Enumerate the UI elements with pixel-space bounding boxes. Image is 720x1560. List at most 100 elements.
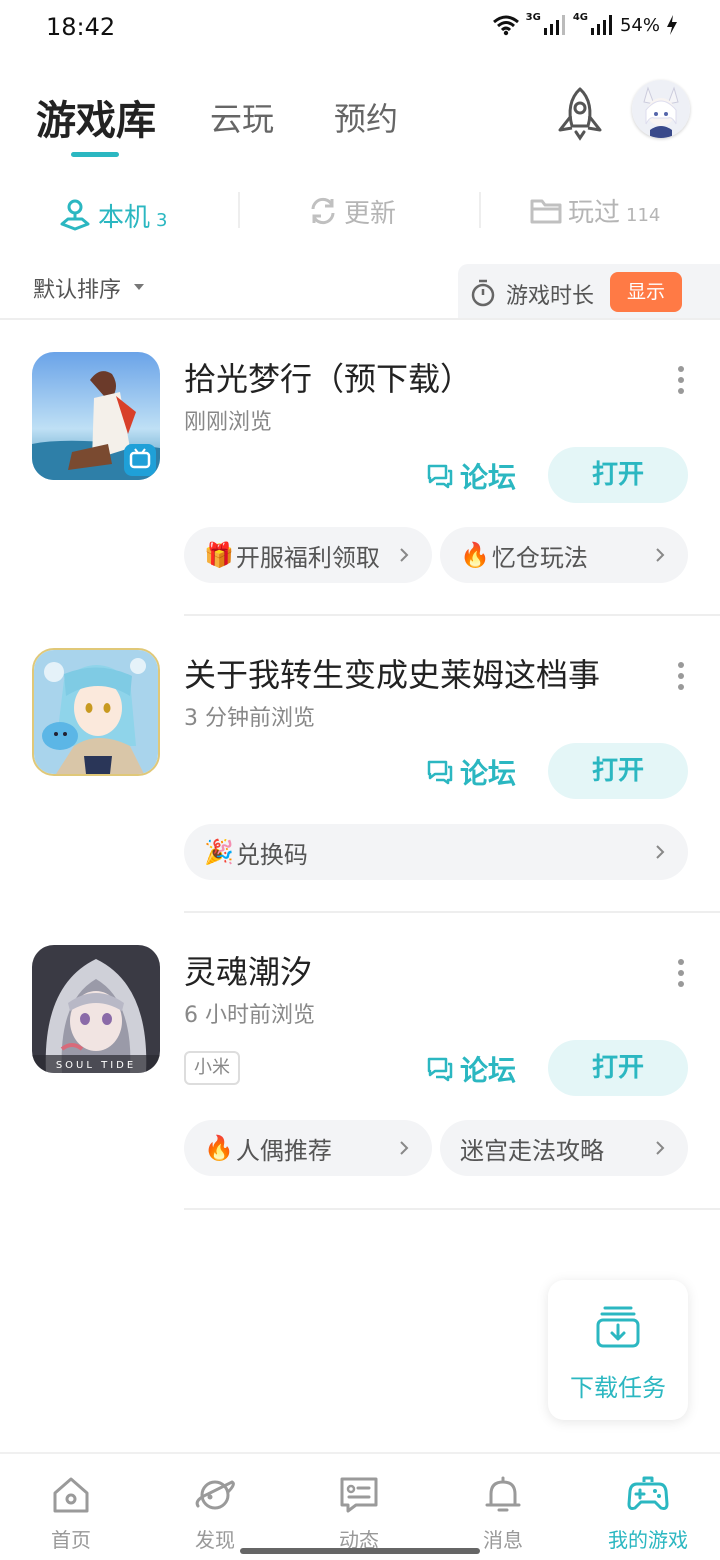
rocket-icon <box>558 87 602 141</box>
nav-label: 我的游戏 <box>608 1528 688 1552</box>
game-icon-caption: SOUL TIDE <box>56 1060 136 1071</box>
game-last-viewed: 6 小时前浏览 <box>184 1003 315 1028</box>
subtab-updates-label: 更新 <box>344 199 397 229</box>
tab-cloud-play[interactable]: 云玩 <box>210 94 274 140</box>
playtime-label: 游戏时长 <box>506 284 595 309</box>
status-bar: 18:42 3G 4G 54% <box>0 0 720 56</box>
home-icon <box>53 1477 89 1513</box>
dot-icon <box>678 377 684 383</box>
download-tasks-button[interactable]: 下载任务 <box>548 1280 688 1420</box>
chevron-right-icon <box>656 548 665 562</box>
game-last-viewed: 3 分钟前浏览 <box>184 706 315 731</box>
forum-button[interactable]: 论坛 <box>426 1043 526 1095</box>
user-avatar[interactable] <box>632 80 690 138</box>
game-title[interactable]: 灵魂潮汐 <box>184 947 312 993</box>
dot-icon <box>678 970 684 976</box>
divider <box>184 1208 720 1210</box>
playtime-filter: 游戏时长 显示 <box>458 264 720 320</box>
chip-label: 人偶推荐 <box>235 1136 332 1165</box>
charging-icon <box>667 15 677 35</box>
refresh-icon <box>311 197 335 225</box>
tab-reservations[interactable]: 预约 <box>334 94 398 140</box>
avatar-image <box>632 80 690 138</box>
folder-icon <box>530 199 562 224</box>
game-title[interactable]: 拾光梦行（预下载） <box>184 354 472 400</box>
game-icon-soul-tide[interactable]: SOUL TIDE <box>32 945 160 1073</box>
battery-percent: 54% <box>619 14 660 36</box>
chip-puppet-recommend[interactable]: 🔥 人偶推荐 <box>184 1120 432 1176</box>
signal-icon <box>590 15 612 35</box>
forum-label: 论坛 <box>460 1054 517 1087</box>
download-tray-icon <box>596 1306 640 1348</box>
chevron-right-icon <box>656 1141 665 1155</box>
tab-game-library[interactable]: 游戏库 <box>36 88 156 146</box>
home-indicator[interactable] <box>240 1548 480 1554</box>
sort-row: 默认排序 游戏时长 显示 <box>0 262 720 320</box>
subtab-updates[interactable]: 更新 <box>308 192 396 230</box>
forum-button[interactable]: 论坛 <box>426 450 526 502</box>
dot-icon <box>678 981 684 987</box>
chat-bubble-icon <box>427 464 453 489</box>
game-icon-slime[interactable] <box>32 648 160 776</box>
subtab-played[interactable]: 玩过 114 <box>530 192 660 229</box>
chip-label: 忆仓玩法 <box>491 543 588 572</box>
subtab-local-label: 本机 <box>98 203 151 233</box>
dot-icon <box>678 684 684 690</box>
game-artwork: SOUL TIDE <box>32 945 160 1073</box>
chip-redeem-code[interactable]: 🎉 兑换码 <box>184 824 688 880</box>
game-card: 拾光梦行（预下载） 刚刚浏览 论坛 打开 🎁 开服福利领取 🔥 忆仓玩法 <box>0 320 720 616</box>
nav-my-games[interactable]: 我的游戏 <box>583 1470 713 1552</box>
planet-icon <box>195 1480 235 1510</box>
chip-gameplay[interactable]: 🔥 忆仓玩法 <box>440 527 688 583</box>
download-tasks-label: 下载任务 <box>570 1374 666 1402</box>
chat-bubble-icon <box>427 1057 453 1082</box>
network-label-1: 3G <box>525 11 541 23</box>
caret-down-icon <box>134 284 144 290</box>
dot-icon <box>678 662 684 668</box>
sort-dropdown[interactable]: 默认排序 <box>33 272 121 304</box>
forum-label: 论坛 <box>460 461 517 494</box>
nav-messages[interactable]: 消息 <box>438 1470 568 1552</box>
chat-bubble-icon <box>427 760 453 785</box>
open-game-button[interactable]: 打开 <box>548 447 688 503</box>
more-options-button[interactable] <box>670 957 692 989</box>
nav-home[interactable]: 首页 <box>6 1470 136 1552</box>
nav-label: 首页 <box>51 1528 91 1552</box>
rocket-button[interactable] <box>554 86 606 142</box>
subtab-divider <box>479 192 481 228</box>
signal-icon <box>543 15 565 35</box>
wifi-icon <box>492 15 519 36</box>
game-card: SOUL TIDE 灵魂潮汐 6 小时前浏览 小米 论坛 打开 🔥 人偶推荐 迷… <box>0 913 720 1210</box>
game-artwork <box>32 352 160 480</box>
library-subtabs: 本机 3 更新 玩过 114 <box>0 186 720 236</box>
open-game-button[interactable]: 打开 <box>548 743 688 799</box>
stopwatch-icon <box>471 279 495 307</box>
chip-label: 兑换码 <box>235 840 308 869</box>
playtime-show-button[interactable]: 显示 <box>610 272 682 312</box>
status-time: 18:42 <box>46 13 116 41</box>
nav-discover[interactable]: 发现 <box>150 1470 280 1552</box>
game-icon-shiguang[interactable] <box>32 352 160 480</box>
forum-button[interactable]: 论坛 <box>426 746 526 798</box>
subtab-local[interactable]: 本机 3 <box>58 192 167 234</box>
nav-feed[interactable]: 动态 <box>294 1470 424 1552</box>
top-header: 游戏库 云玩 预约 <box>0 80 720 160</box>
chip-server-rewards[interactable]: 🎁 开服福利领取 <box>184 527 432 583</box>
more-options-button[interactable] <box>670 660 692 692</box>
fire-icon: 🔥 <box>460 541 490 569</box>
more-options-button[interactable] <box>670 364 692 396</box>
subtab-played-count: 114 <box>626 205 661 226</box>
game-artwork <box>34 650 158 774</box>
bottom-navigation: 首页 发现 动态 消息 我的游戏 <box>0 1452 720 1560</box>
platform-tag: 小米 <box>184 1051 240 1085</box>
game-card: 关于我转生变成史莱姆这档事 3 分钟前浏览 论坛 打开 🎉 兑换码 <box>0 616 720 913</box>
chevron-right-icon <box>400 1141 409 1155</box>
subtab-played-label: 玩过 <box>568 198 621 228</box>
chevron-right-icon <box>656 845 665 859</box>
game-title[interactable]: 关于我转生变成史莱姆这档事 <box>184 650 600 696</box>
bell-icon <box>485 1476 521 1512</box>
active-tab-indicator <box>71 152 119 157</box>
open-game-button[interactable]: 打开 <box>548 1040 688 1096</box>
subtab-local-count: 3 <box>156 210 168 231</box>
chip-maze-guide[interactable]: 迷宫走法攻略 <box>440 1120 688 1176</box>
